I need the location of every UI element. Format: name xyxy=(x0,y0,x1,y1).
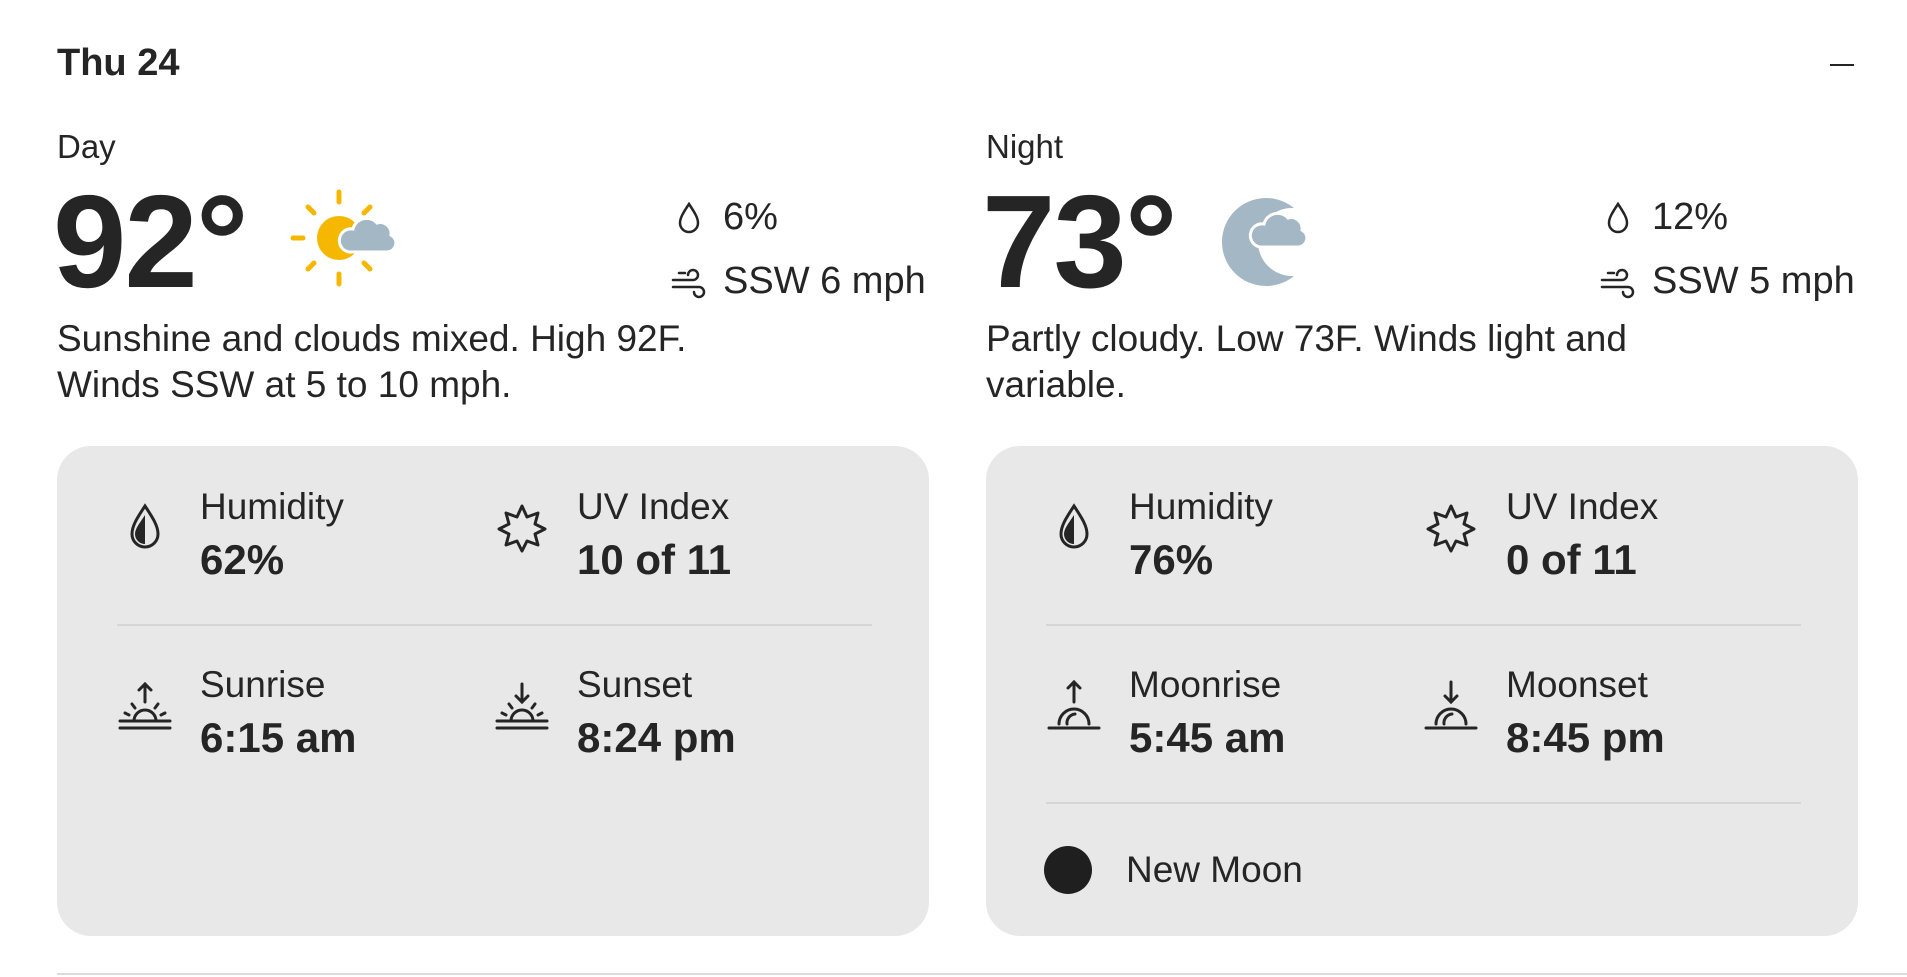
day-narrative: Sunshine and clouds mixed. High 92F. Win… xyxy=(57,318,687,405)
partly-cloudy-night-icon xyxy=(1216,186,1326,296)
day-details-card: Humidity 62% UV Index 10 of 11 Sunrise 6… xyxy=(57,446,929,936)
details-divider xyxy=(1046,802,1801,804)
wind-icon xyxy=(669,262,709,302)
night-temperature: 73° xyxy=(982,168,1178,315)
wind-icon xyxy=(1598,262,1638,302)
night-narrative: Partly cloudy. Low 73F. Winds light and … xyxy=(986,318,1627,405)
details-divider xyxy=(1046,624,1801,626)
raindrop-icon xyxy=(1598,198,1638,238)
humidity-value: 62% xyxy=(200,536,285,583)
moonset-icon xyxy=(1423,678,1479,734)
moonrise-value: 5:45 am xyxy=(1129,714,1286,761)
sunset-label: Sunset xyxy=(577,664,693,705)
night-forecast-column: Night 73° 12% SSW 5 mph Partly cloudy. L… xyxy=(982,128,1858,938)
uv-index-icon xyxy=(494,500,550,556)
uv-index-icon xyxy=(1423,500,1479,556)
sunset-icon xyxy=(494,678,550,734)
period-label-day: Day xyxy=(57,128,116,165)
partly-sunny-icon xyxy=(287,186,397,296)
night-moonrise: Moonrise 5:45 am xyxy=(1046,664,1406,774)
night-moonset: Moonset 8:45 pm xyxy=(1423,664,1783,774)
moonrise-icon xyxy=(1046,678,1102,734)
day-sunrise: Sunrise 6:15 am xyxy=(117,664,477,774)
collapse-button[interactable] xyxy=(1820,44,1860,84)
humidity-icon xyxy=(117,500,173,556)
night-details-card: Humidity 76% UV Index 0 of 11 Moonrise 5… xyxy=(986,446,1858,936)
humidity-label: Humidity xyxy=(200,486,344,527)
day-humidity: Humidity 62% xyxy=(117,486,477,596)
new-moon-icon xyxy=(1044,846,1092,894)
moonrise-label: Moonrise xyxy=(1129,664,1282,705)
raindrop-icon xyxy=(669,198,709,238)
day-forecast-column: Day 92° 6% SSW 6 mph Sunshine and clouds… xyxy=(53,128,929,938)
day-uv-index: UV Index 10 of 11 xyxy=(494,486,854,596)
sunrise-value: 6:15 am xyxy=(200,714,357,761)
night-precip: 12% xyxy=(1598,196,1728,239)
day-precip: 6% xyxy=(669,196,778,239)
sunrise-label: Sunrise xyxy=(200,664,326,705)
night-precip-value: 12% xyxy=(1652,196,1729,238)
details-divider xyxy=(117,624,872,626)
moonset-value: 8:45 pm xyxy=(1506,714,1665,761)
day-temperature: 92° xyxy=(53,168,249,315)
section-divider xyxy=(57,973,1907,975)
sunset-value: 8:24 pm xyxy=(577,714,736,761)
day-sunset: Sunset 8:24 pm xyxy=(494,664,854,774)
uv-index-value: 10 of 11 xyxy=(577,536,732,583)
moon-phase-label: New Moon xyxy=(1126,849,1303,890)
uv-index-value: 0 of 11 xyxy=(1506,536,1637,583)
uv-index-label: UV Index xyxy=(577,486,730,527)
day-wind-value: SSW 6 mph xyxy=(723,260,926,302)
period-label-night: Night xyxy=(986,128,1064,165)
uv-index-label: UV Index xyxy=(1506,486,1659,527)
night-wind-value: SSW 5 mph xyxy=(1652,260,1855,302)
day-wind: SSW 6 mph xyxy=(669,260,926,303)
forecast-date-heading: Thu 24 xyxy=(57,42,180,84)
night-humidity: Humidity 76% xyxy=(1046,486,1406,596)
day-precip-value: 6% xyxy=(723,196,778,238)
night-wind: SSW 5 mph xyxy=(1598,260,1855,303)
humidity-label: Humidity xyxy=(1129,486,1273,527)
moon-phase: New Moon xyxy=(1044,846,1303,894)
sunrise-icon xyxy=(117,678,173,734)
moonset-label: Moonset xyxy=(1506,664,1648,705)
humidity-value: 76% xyxy=(1129,536,1214,583)
humidity-icon xyxy=(1046,500,1102,556)
night-uv-index: UV Index 0 of 11 xyxy=(1423,486,1783,596)
